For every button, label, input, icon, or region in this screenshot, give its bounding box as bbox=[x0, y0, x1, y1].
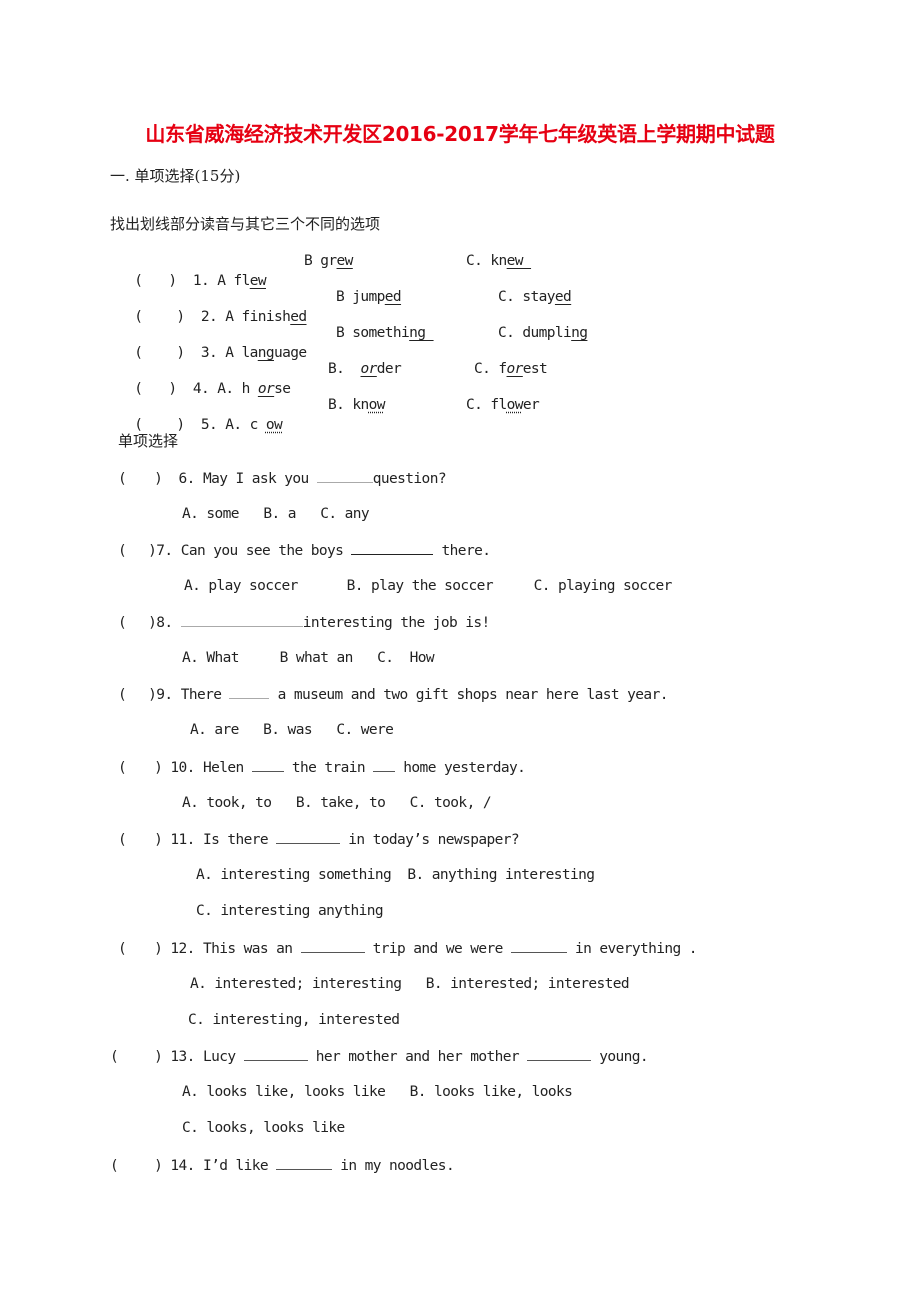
exam-title: 山东省威海经济技术开发区2016-2017学年七年级英语上学期期中试题 bbox=[145, 122, 775, 146]
answer-blank[interactable] bbox=[351, 540, 434, 555]
option-a: A. some bbox=[182, 506, 240, 522]
section-heading: 一. 单项选择(15分) bbox=[110, 167, 241, 185]
answer-blank[interactable] bbox=[316, 468, 373, 483]
question-1: () 1. A flew bbox=[118, 251, 266, 291]
question-5: () 5. A. c ow bbox=[118, 395, 282, 435]
option-b: B. a bbox=[263, 506, 296, 522]
question-3: () 3. A language bbox=[118, 323, 307, 363]
option-c: C. took, / bbox=[409, 795, 492, 811]
option-b: B. anything interesting bbox=[407, 867, 595, 883]
question-2-option-b: B jumped bbox=[336, 289, 402, 305]
question-number: 12. bbox=[170, 941, 195, 957]
question-13-options: A. looks like, looks like B. looks like,… bbox=[182, 1082, 573, 1102]
question-number: 14. bbox=[170, 1158, 195, 1174]
option-c: C. How bbox=[377, 650, 435, 666]
question-7-options: A. play soccer B. play the soccer C. pla… bbox=[184, 576, 672, 596]
answer-blank[interactable] bbox=[251, 757, 284, 772]
option-b: B. take, to bbox=[295, 795, 386, 811]
question-number: 9. bbox=[156, 687, 173, 703]
question-8-options: A. What B what an C. How bbox=[182, 648, 435, 668]
question-number: 7. bbox=[156, 543, 173, 559]
option-b: B. interested; interested bbox=[425, 976, 630, 992]
question-2: () 2. A finished bbox=[118, 287, 307, 327]
question-6: () 6. May I ask you question? bbox=[118, 468, 447, 489]
option-c: C. playing soccer bbox=[533, 578, 673, 594]
question-9: ()9. There a museum and two gift shops n… bbox=[118, 684, 668, 705]
question-13-option-c: C. looks, looks like bbox=[182, 1120, 345, 1136]
answer-blank[interactable] bbox=[373, 757, 396, 772]
question-12: () 12. This was an trip and we were in e… bbox=[118, 938, 698, 959]
question-11-option-c: C. interesting anything bbox=[196, 903, 384, 919]
question-4-option-c: C. forest bbox=[474, 361, 548, 377]
option-a: A. play soccer bbox=[184, 578, 298, 594]
answer-blank[interactable] bbox=[276, 1155, 333, 1170]
question-3-option-c: C. dumpling bbox=[498, 325, 588, 341]
option-c: C. any bbox=[320, 506, 370, 522]
option-b: B what an bbox=[279, 650, 354, 666]
question-number: 6. bbox=[178, 471, 196, 487]
question-number: 13. bbox=[170, 1049, 195, 1065]
question-number: 8. bbox=[156, 615, 173, 631]
answer-blank[interactable] bbox=[276, 829, 341, 844]
question-8: ()8. interesting the job is! bbox=[118, 612, 490, 633]
option-a: A. c ow bbox=[225, 417, 283, 433]
question-number: 11. bbox=[170, 832, 195, 848]
question-number: 10. bbox=[170, 760, 195, 776]
question-14: () 14. I’d like in my noodles. bbox=[110, 1155, 455, 1176]
question-4-option-b: B. order bbox=[328, 361, 402, 377]
option-b: B. looks like, looks bbox=[409, 1084, 573, 1100]
option-c: C. were bbox=[336, 722, 394, 738]
question-2-option-c: C. stayed bbox=[498, 289, 572, 305]
answer-blank[interactable] bbox=[229, 684, 270, 699]
question-10-options: A. took, to B. take, to C. took, / bbox=[182, 793, 492, 813]
question-7: ()7. Can you see the boys there. bbox=[118, 540, 491, 561]
option-b: B. play the soccer bbox=[346, 578, 494, 594]
question-5-option-c: C. flower bbox=[466, 397, 540, 413]
phonetics-instruction: 找出划线部分读音与其它三个不同的选项 bbox=[110, 215, 381, 233]
answer-blank[interactable] bbox=[510, 938, 567, 953]
question-12-option-c: C. interesting, interested bbox=[188, 1012, 400, 1028]
option-b: B. was bbox=[263, 722, 312, 738]
answer-blank[interactable] bbox=[527, 1046, 592, 1061]
question-4: () 4. A. h orse bbox=[118, 359, 291, 399]
answer-blank[interactable] bbox=[243, 1046, 308, 1061]
answer-blank[interactable] bbox=[300, 938, 365, 953]
option-a: A. What bbox=[182, 650, 240, 666]
question-1-option-c: C. knew bbox=[466, 253, 532, 269]
question-13: () 13. Lucy her mother and her mother yo… bbox=[110, 1046, 649, 1067]
question-1-option-b: B grew bbox=[304, 253, 353, 269]
option-a: A. are bbox=[190, 722, 239, 738]
question-number: 5. bbox=[200, 417, 226, 433]
option-a: A. interested; interesting bbox=[190, 976, 402, 992]
question-12-options: A. interested; interesting B. interested… bbox=[190, 974, 630, 994]
option-a: A. interesting something bbox=[196, 867, 392, 883]
answer-blank[interactable] bbox=[180, 612, 303, 627]
question-5-option-b: B. know bbox=[328, 397, 386, 413]
question-11: () 11. Is there in today’s newspaper? bbox=[118, 829, 520, 850]
question-11-options: A. interesting something B. anything int… bbox=[196, 865, 595, 885]
mc-heading: 单项选择 bbox=[118, 432, 179, 450]
question-9-options: A. are B. was C. were bbox=[190, 720, 394, 740]
option-a: A. took, to bbox=[182, 795, 272, 811]
question-6-options: A. some B. a C. any bbox=[182, 504, 370, 524]
question-3-option-b: B something bbox=[336, 325, 434, 341]
question-10: () 10. Helen the train home yesterday. bbox=[118, 757, 526, 778]
option-a: A. looks like, looks like bbox=[182, 1084, 386, 1100]
